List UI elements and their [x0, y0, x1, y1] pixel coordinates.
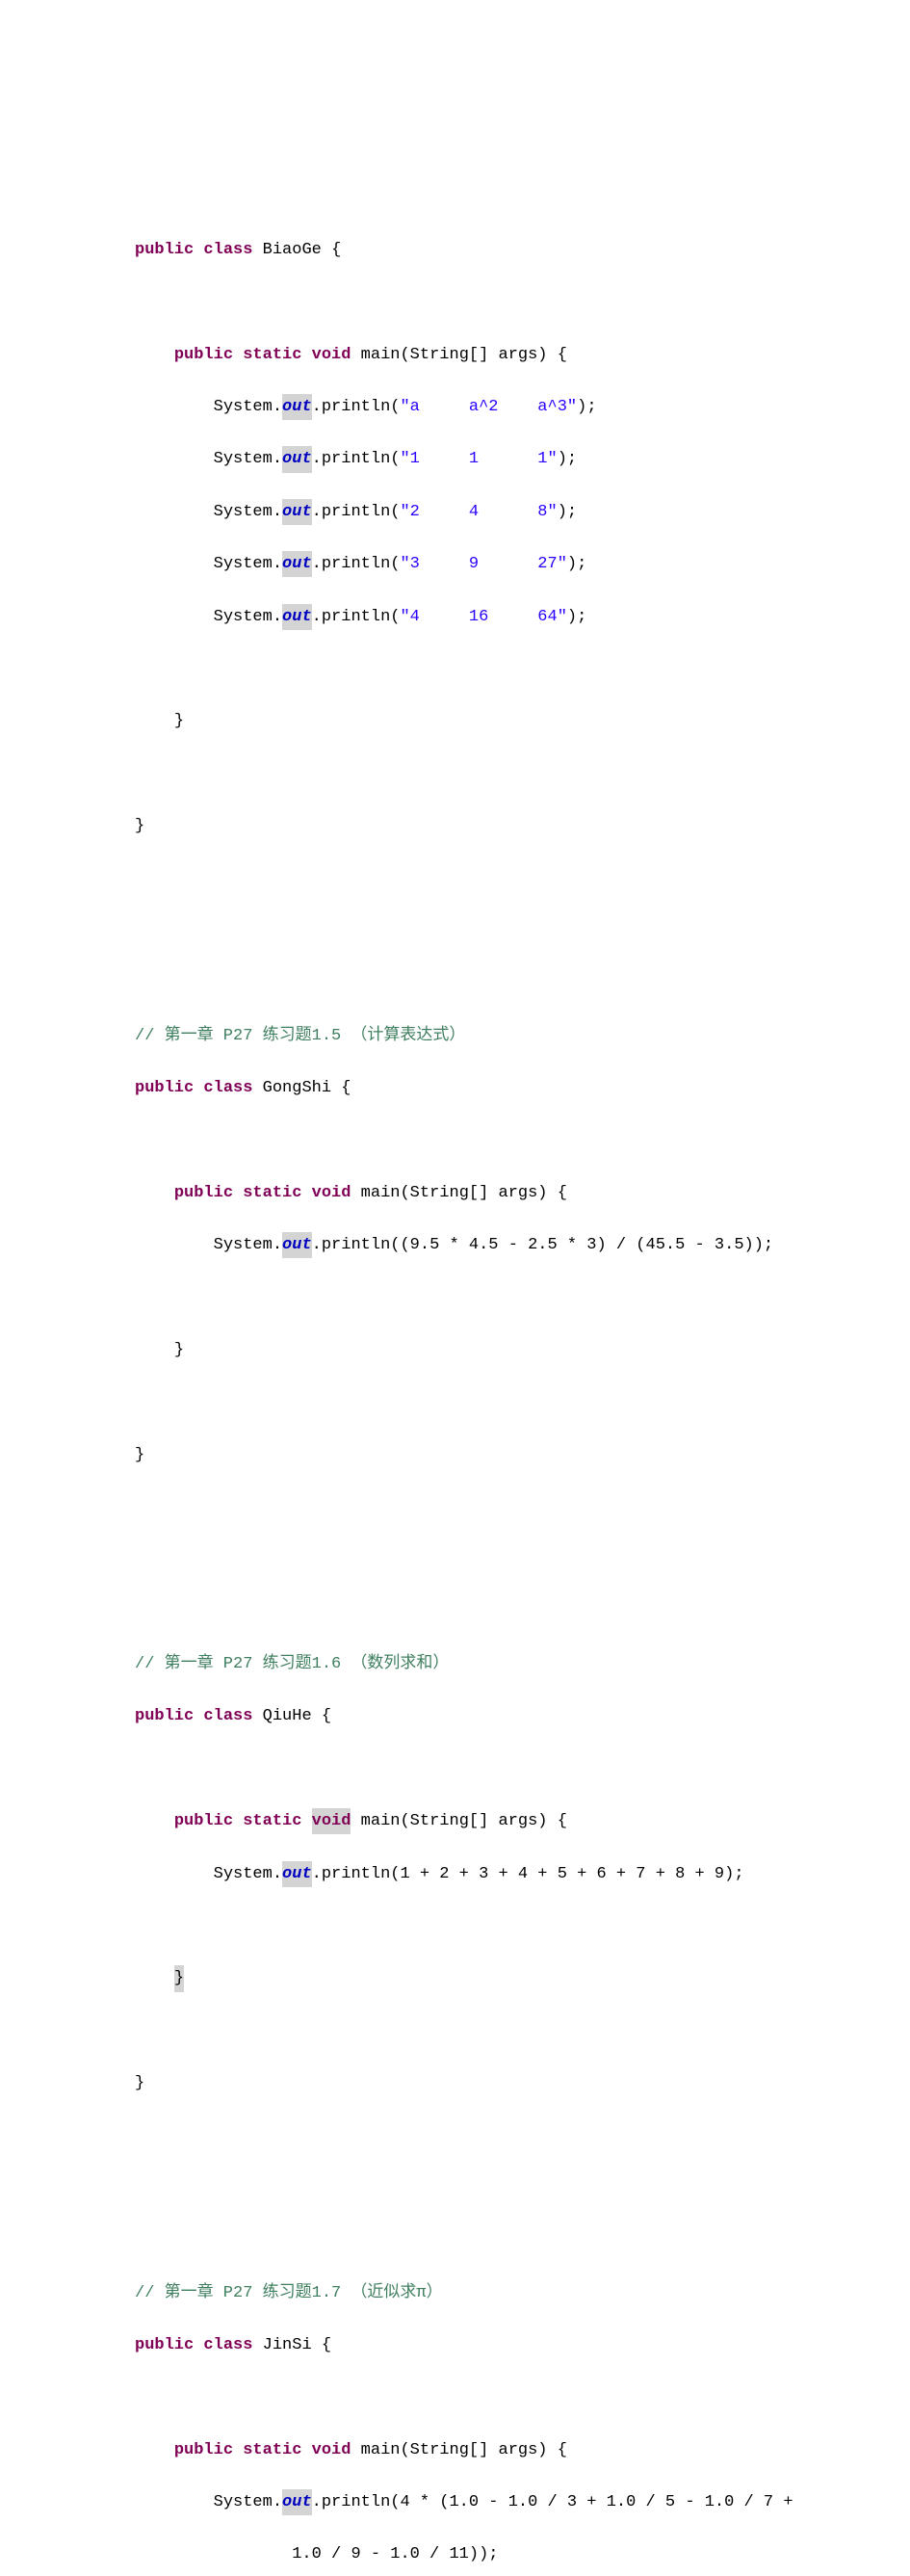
keyword-public: public	[135, 1707, 194, 1725]
method-signature: main(String[] args) {	[361, 1184, 567, 1202]
keyword-class: class	[203, 1707, 252, 1725]
string-literal: "3 9 27"	[400, 555, 566, 573]
keyword-static: static	[243, 2441, 301, 2459]
class-declaration: public class GongShi {	[135, 1075, 910, 1101]
keyword-void: void	[312, 346, 351, 364]
keyword-class: class	[203, 241, 252, 259]
class-declaration: public class JinSi {	[135, 2332, 910, 2358]
system-ref: System.	[214, 503, 282, 521]
string-literal: "1 1 1"	[400, 450, 557, 468]
println-statement: System.out.println("1 1 1");	[135, 446, 910, 472]
println-statement: System.out.println("3 9 27");	[135, 551, 910, 577]
keyword-public: public	[135, 241, 194, 259]
main-method-declaration: public static void main(String[] args) {	[135, 2437, 910, 2463]
main-method-declaration: public static void main(String[] args) {	[135, 1180, 910, 1206]
keyword-class: class	[203, 2336, 252, 2354]
code-block-jinsi: // 第一章 P27 练习题1.7 （近似求π） public class Ji…	[135, 2253, 910, 2576]
brace-close-method: }	[135, 1965, 910, 1991]
brace-open: {	[331, 241, 341, 259]
println-statement: System.out.println(4 * (1.0 - 1.0 / 3 + …	[135, 2489, 910, 2515]
method-call: .println((9.5 * 4.5 - 2.5 * 3) / (45.5 -…	[312, 1236, 773, 1254]
comment-line: // 第一章 P27 练习题1.5 （计算表达式）	[135, 1023, 910, 1049]
keyword-static: static	[243, 1184, 301, 1202]
println-statement: System.out.println("a a^2 a^3");	[135, 394, 910, 420]
comment-line: // 第一章 P27 练习题1.6 （数列求和）	[135, 1651, 910, 1677]
method-call: .println(4 * (1.0 - 1.0 / 3 + 1.0 / 5 - …	[312, 2493, 793, 2511]
system-ref: System.	[214, 2493, 282, 2511]
class-name: GongShi	[263, 1079, 331, 1097]
keyword-void: void	[312, 1808, 351, 1834]
out-field: out	[282, 394, 312, 420]
code-block-qiuhe: // 第一章 P27 练习题1.6 （数列求和） public class Qi…	[135, 1625, 910, 2123]
keyword-static: static	[243, 1812, 301, 1830]
code-block-gongshi: // 第一章 P27 练习题1.5 （计算表达式） public class G…	[135, 996, 910, 1494]
system-ref: System.	[214, 608, 282, 626]
system-ref: System.	[214, 555, 282, 573]
code-block-biaoge: public class BiaoGe { public static void…	[135, 211, 910, 866]
string-literal: "a a^2 a^3"	[400, 398, 577, 416]
brace-open: {	[322, 1707, 331, 1725]
keyword-static: static	[243, 346, 301, 364]
system-ref: System.	[214, 398, 282, 416]
method-call: .println(	[312, 450, 401, 468]
keyword-public: public	[174, 346, 233, 364]
brace-close-class: }	[135, 813, 910, 839]
statement-end: );	[558, 450, 577, 468]
keyword-class: class	[203, 1079, 252, 1097]
method-call: .println(	[312, 608, 401, 626]
println-statement: System.out.println("2 4 8");	[135, 499, 910, 525]
system-ref: System.	[214, 450, 282, 468]
println-statement: System.out.println(1 + 2 + 3 + 4 + 5 + 6…	[135, 1861, 910, 1887]
brace-open: {	[322, 2336, 331, 2354]
class-declaration: public class QiuHe {	[135, 1703, 910, 1729]
system-ref: System.	[214, 1236, 282, 1254]
keyword-public: public	[135, 1079, 194, 1097]
brace-close-class: }	[135, 2070, 910, 2096]
out-field: out	[282, 1861, 312, 1887]
brace-open: {	[341, 1079, 351, 1097]
statement-end: );	[567, 555, 586, 573]
method-call: .println(	[312, 503, 401, 521]
method-call: .println(1 + 2 + 3 + 4 + 5 + 6 + 7 + 8 +…	[312, 1865, 744, 1883]
out-field: out	[282, 499, 312, 525]
println-continuation: 1.0 / 9 - 1.0 / 11));	[135, 2541, 910, 2567]
class-name: BiaoGe	[263, 241, 322, 259]
class-name: QiuHe	[263, 1707, 312, 1725]
statement-end: );	[558, 503, 577, 521]
println-statement: System.out.println("4 16 64");	[135, 604, 910, 630]
brace-close-method: }	[135, 1337, 910, 1363]
main-method-declaration: public static void main(String[] args) {	[135, 1808, 910, 1834]
statement-end: );	[577, 398, 596, 416]
string-literal: "4 16 64"	[400, 608, 566, 626]
class-declaration: public class BiaoGe {	[135, 237, 910, 263]
method-call: .println(	[312, 398, 401, 416]
brace-close-class: }	[135, 1442, 910, 1468]
method-signature: main(String[] args) {	[361, 2441, 567, 2459]
keyword-public: public	[174, 2441, 233, 2459]
keyword-void: void	[312, 2441, 351, 2459]
main-method-declaration: public static void main(String[] args) {	[135, 342, 910, 368]
keyword-public: public	[135, 2336, 194, 2354]
comment-line: // 第一章 P27 练习题1.7 （近似求π）	[135, 2280, 910, 2306]
println-statement: System.out.println((9.5 * 4.5 - 2.5 * 3)…	[135, 1232, 910, 1258]
brace-close-method: }	[135, 708, 910, 734]
method-call: .println(	[312, 555, 401, 573]
method-signature: main(String[] args) {	[361, 346, 567, 364]
system-ref: System.	[214, 1865, 282, 1883]
out-field: out	[282, 1232, 312, 1258]
keyword-public: public	[174, 1184, 233, 1202]
string-literal: "2 4 8"	[400, 503, 557, 521]
out-field: out	[282, 2489, 312, 2515]
out-field: out	[282, 604, 312, 630]
method-signature: main(String[] args) {	[361, 1812, 567, 1830]
class-name: JinSi	[263, 2336, 312, 2354]
out-field: out	[282, 551, 312, 577]
keyword-public: public	[174, 1812, 233, 1830]
keyword-void: void	[312, 1184, 351, 1202]
statement-end: );	[567, 608, 586, 626]
out-field: out	[282, 446, 312, 472]
